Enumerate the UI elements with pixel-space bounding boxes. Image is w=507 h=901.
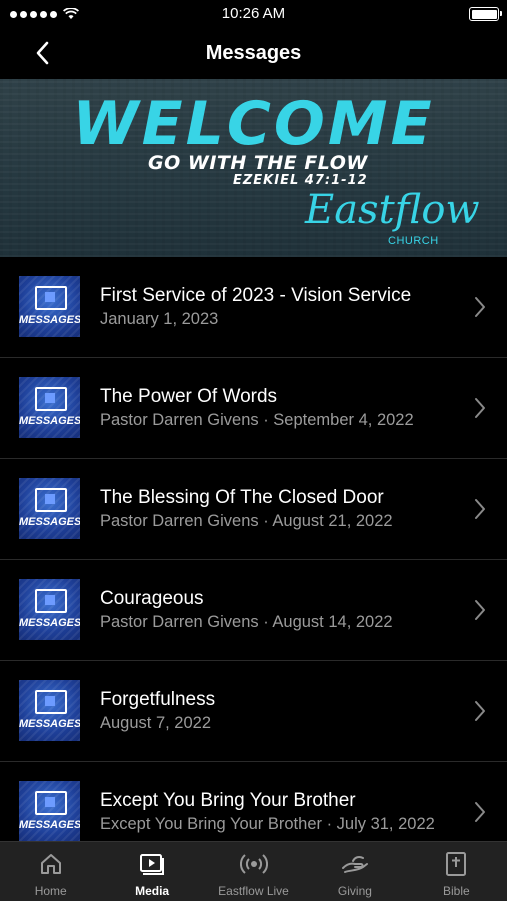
welcome-banner: WELCOME GO WITH THE FLOW EZEKIEL 47:1-12… bbox=[0, 79, 507, 257]
message-thumbnail: MESSAGES bbox=[19, 579, 80, 640]
tab-label: Giving bbox=[337, 884, 372, 898]
monitor-icon bbox=[35, 286, 67, 310]
thumbnail-label: MESSAGES bbox=[19, 516, 80, 528]
media-icon bbox=[140, 854, 165, 875]
chevron-left-icon bbox=[36, 41, 49, 65]
message-subtitle: August 7, 2022 bbox=[100, 714, 212, 732]
message-subtitle: January 1, 2023 bbox=[100, 310, 219, 328]
message-thumbnail: MESSAGES bbox=[19, 276, 80, 337]
chevron-right-icon bbox=[475, 600, 485, 620]
tab-label: Home bbox=[34, 884, 67, 898]
banner-brand-logo: Eastflow bbox=[305, 187, 480, 233]
monitor-icon bbox=[35, 488, 67, 512]
list-item[interactable]: MESSAGES First Service of 2023 - Vision … bbox=[0, 257, 507, 358]
thumbnail-label: MESSAGES bbox=[19, 819, 80, 831]
tab-label: Bible bbox=[442, 884, 470, 898]
giving-hand-icon bbox=[341, 856, 368, 873]
status-time: 10:26 AM bbox=[221, 5, 286, 22]
message-title: The Power Of Words bbox=[100, 386, 278, 407]
monitor-icon bbox=[35, 387, 67, 411]
message-title: The Blessing Of The Closed Door bbox=[100, 487, 384, 508]
thumbnail-label: MESSAGES bbox=[19, 617, 80, 629]
message-thumbnail: MESSAGES bbox=[19, 377, 80, 438]
banner-headline: WELCOME bbox=[72, 89, 435, 159]
message-title: First Service of 2023 - Vision Service bbox=[100, 285, 412, 306]
home-icon bbox=[40, 854, 61, 874]
tab-bar: Home Media Eastflow Live Giving Bible bbox=[0, 841, 507, 901]
message-title: Courageous bbox=[100, 588, 204, 609]
message-thumbnail: MESSAGES bbox=[19, 478, 80, 539]
monitor-icon bbox=[35, 791, 67, 815]
bible-icon bbox=[446, 852, 467, 876]
back-button[interactable] bbox=[28, 38, 56, 68]
message-thumbnail: MESSAGES bbox=[19, 680, 80, 741]
tab-media[interactable]: Media bbox=[101, 842, 202, 901]
chevron-right-icon bbox=[475, 499, 485, 519]
list-item[interactable]: MESSAGES Forgetfulness August 7, 2022 bbox=[0, 661, 507, 762]
monitor-icon bbox=[35, 690, 67, 714]
message-subtitle: Pastor Darren Givens · August 14, 2022 bbox=[100, 613, 393, 631]
thumbnail-label: MESSAGES bbox=[19, 415, 80, 427]
list-item[interactable]: MESSAGES The Power Of Words Pastor Darre… bbox=[0, 358, 507, 459]
chevron-right-icon bbox=[475, 802, 485, 822]
tab-bible[interactable]: Bible bbox=[406, 842, 507, 901]
chevron-right-icon bbox=[475, 701, 485, 721]
tab-giving[interactable]: Giving bbox=[304, 842, 405, 901]
chevron-right-icon bbox=[475, 297, 485, 317]
messages-list: MESSAGES First Service of 2023 - Vision … bbox=[0, 257, 507, 863]
message-thumbnail: MESSAGES bbox=[19, 781, 80, 842]
page-title: Messages bbox=[205, 41, 302, 64]
monitor-icon bbox=[35, 589, 67, 613]
tab-eastflow-live[interactable]: Eastflow Live bbox=[203, 842, 304, 901]
tab-home[interactable]: Home bbox=[0, 842, 101, 901]
message-subtitle: Pastor Darren Givens · August 21, 2022 bbox=[100, 512, 393, 530]
tab-label: Media bbox=[135, 884, 170, 898]
broadcast-icon bbox=[239, 854, 268, 874]
list-item[interactable]: MESSAGES Courageous Pastor Darren Givens… bbox=[0, 560, 507, 661]
message-subtitle: Except You Bring Your Brother · July 31,… bbox=[100, 815, 435, 833]
thumbnail-label: MESSAGES bbox=[19, 718, 80, 730]
nav-bar: Messages bbox=[0, 28, 507, 78]
battery-icon bbox=[469, 7, 502, 21]
thumbnail-label: MESSAGES bbox=[19, 314, 80, 326]
message-title: Except You Bring Your Brother bbox=[100, 790, 356, 811]
banner-scripture: EZEKIEL 47:1-12 bbox=[233, 173, 368, 188]
status-bar: 10:26 AM bbox=[0, 0, 507, 28]
chevron-right-icon bbox=[475, 398, 485, 418]
tab-label: Eastflow Live bbox=[218, 884, 289, 898]
message-title: Forgetfulness bbox=[100, 689, 216, 710]
message-subtitle: Pastor Darren Givens · September 4, 2022 bbox=[100, 411, 414, 429]
list-item[interactable]: MESSAGES The Blessing Of The Closed Door… bbox=[0, 459, 507, 560]
banner-brand-sub: CHURCH bbox=[388, 235, 439, 247]
banner-subtitle: GO WITH THE FLOW bbox=[148, 152, 368, 174]
